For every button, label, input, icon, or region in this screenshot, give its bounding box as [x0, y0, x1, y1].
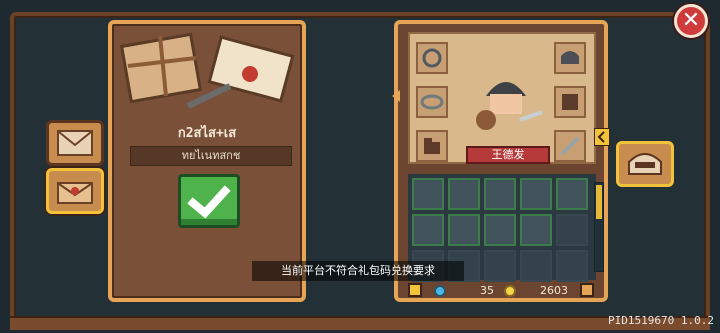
ring-icon	[420, 94, 444, 110]
lock-icon[interactable]	[408, 283, 422, 297]
equip-slot-boots[interactable]	[416, 130, 448, 162]
helmet-icon	[628, 153, 662, 175]
hero-name: 王德发	[466, 146, 550, 164]
inventory-item[interactable]	[484, 178, 516, 210]
confirm-button[interactable]	[178, 174, 240, 228]
inventory-scrollbar[interactable]	[594, 182, 604, 272]
close-button[interactable]: ✕	[674, 4, 708, 38]
coin-count: 35	[480, 284, 494, 297]
inventory-item[interactable]	[412, 178, 444, 210]
gift-code-title: ก2สไส+เส	[177, 126, 237, 141]
inventory-item[interactable]	[520, 214, 552, 246]
armor-icon	[562, 94, 578, 110]
scroll-thumb[interactable]	[596, 185, 602, 219]
hero-equipment-box: 王德发	[408, 32, 596, 164]
inventory-item[interactable]	[448, 178, 480, 210]
gift-code-tab[interactable]	[46, 168, 104, 214]
parcel-illustration	[119, 32, 295, 109]
boots-icon	[424, 138, 440, 154]
inventory-slot-empty[interactable]	[520, 250, 552, 282]
version-label: PID1519670 1.0.2	[608, 314, 714, 327]
inventory-toggle-arrow-icon[interactable]	[594, 128, 610, 146]
inventory-item[interactable]	[484, 214, 516, 246]
hero-sprite	[476, 82, 543, 130]
necklace-icon	[422, 48, 442, 68]
inventory-item[interactable]	[448, 214, 480, 246]
equip-slot-weapon[interactable]	[554, 130, 586, 162]
equip-slot-armor[interactable]	[554, 86, 586, 118]
currency-bar: 35 2603	[408, 282, 596, 300]
helmet-icon	[561, 51, 579, 64]
inventory-slot-empty[interactable]	[556, 214, 588, 246]
mail-tab[interactable]	[46, 120, 104, 166]
equipment-tab[interactable]	[616, 141, 674, 187]
gem-icon	[434, 285, 446, 297]
inventory-item[interactable]	[412, 214, 444, 246]
gift-code-input[interactable]: ทยไเนทสกช	[130, 146, 292, 166]
hero-toggle-arrow-icon[interactable]	[390, 88, 402, 104]
character-panel: 王德发 35 2603	[392, 20, 610, 302]
inventory-item[interactable]	[520, 178, 552, 210]
coin-icon	[504, 285, 516, 297]
grid-icon[interactable]	[580, 283, 594, 297]
mail-icon	[57, 130, 93, 156]
sword-icon	[560, 136, 580, 156]
toast-message: 当前平台不符合礼包码兑换要求	[252, 261, 464, 281]
equip-slot-ring[interactable]	[416, 86, 448, 118]
frame-bottom-bar	[10, 316, 710, 330]
gift-code-panel: ก2สไส+เส ทยไเนทสกช	[108, 20, 306, 302]
equip-slot-helmet[interactable]	[554, 42, 586, 74]
gift-icon	[57, 182, 93, 204]
inventory-item[interactable]	[556, 178, 588, 210]
check-icon	[187, 185, 231, 219]
inventory-slot-empty[interactable]	[556, 250, 588, 282]
close-icon: ✕	[681, 8, 701, 33]
equip-slot-necklace[interactable]	[416, 42, 448, 74]
inventory-slot-empty[interactable]	[484, 250, 516, 282]
gem-count: 2603	[540, 284, 568, 297]
